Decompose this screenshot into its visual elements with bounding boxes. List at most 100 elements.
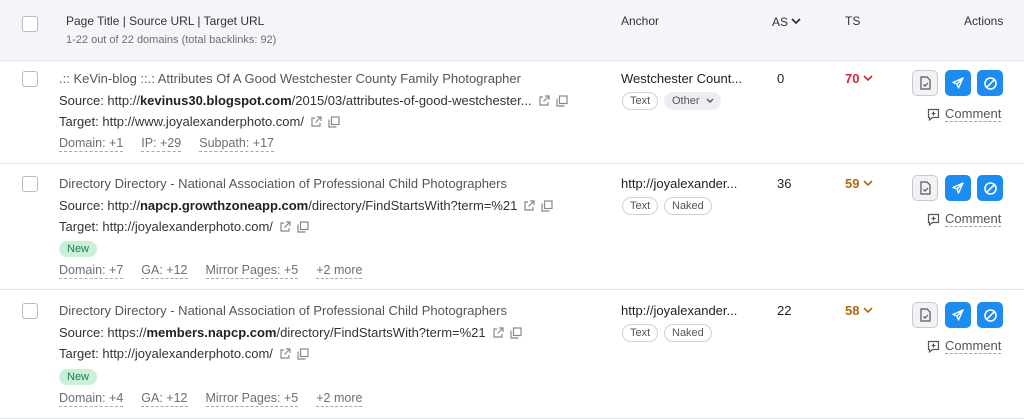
page-title-link[interactable]: Directory Directory - National Associati… bbox=[59, 303, 507, 318]
row-meta: Domain: +7 GA: +12 Mirror Pages: +5 +2 m… bbox=[59, 263, 363, 279]
source-path[interactable]: /directory/FindStartsWith?term=%21 bbox=[276, 325, 485, 340]
anchor-text: http://joyalexander... bbox=[621, 303, 738, 318]
document-check-icon bbox=[920, 76, 931, 90]
comment-add-icon bbox=[927, 213, 940, 226]
meta-domain[interactable]: Domain: +1 bbox=[59, 136, 124, 152]
source-path[interactable]: /2015/03/attributes-of-good-westchester.… bbox=[292, 93, 532, 108]
meta-subpath[interactable]: Subpath: +17 bbox=[199, 136, 274, 152]
as-score: 22 bbox=[777, 303, 792, 318]
target-text[interactable]: Target: http://joyalexanderphoto.com/ bbox=[59, 219, 273, 234]
copy-icon[interactable] bbox=[297, 220, 309, 233]
target-text[interactable]: Target: http://www.joyalexanderphoto.com… bbox=[59, 114, 304, 129]
source-url: Source: http://napcp.growthzoneapp.com/d… bbox=[59, 198, 553, 213]
copy-icon[interactable] bbox=[555, 94, 568, 107]
link-type-dropdown[interactable]: Other bbox=[664, 92, 721, 110]
external-link-icon[interactable] bbox=[310, 115, 322, 128]
comment-link[interactable]: Comment bbox=[927, 106, 1002, 122]
chevron-down-icon bbox=[706, 98, 714, 103]
table-row: .:: KeVin-blog ::.: Attributes Of A Good… bbox=[0, 61, 1024, 164]
target-url: Target: http://joyalexanderphoto.com/ bbox=[59, 219, 309, 234]
send-button[interactable] bbox=[945, 70, 971, 96]
block-icon bbox=[983, 308, 997, 322]
block-button[interactable] bbox=[977, 302, 1003, 328]
source-domain[interactable]: kevinus30.blogspot.com bbox=[140, 93, 292, 108]
comment-label: Comment bbox=[945, 338, 1002, 354]
comment-label: Comment bbox=[945, 106, 1002, 122]
block-button[interactable] bbox=[977, 70, 1003, 96]
meta-mirror-pages[interactable]: Mirror Pages: +5 bbox=[205, 263, 299, 279]
meta-mirror-pages[interactable]: Mirror Pages: +5 bbox=[205, 391, 299, 407]
meta-domain[interactable]: Domain: +4 bbox=[59, 391, 124, 407]
row-checkbox[interactable] bbox=[22, 303, 38, 319]
source-domain[interactable]: napcp.growthzoneapp.com bbox=[140, 198, 308, 213]
page-title-link[interactable]: Directory Directory - National Associati… bbox=[59, 176, 507, 191]
comment-link[interactable]: Comment bbox=[927, 211, 1002, 227]
target-url: Target: http://www.joyalexanderphoto.com… bbox=[59, 114, 340, 129]
send-button[interactable] bbox=[945, 302, 971, 328]
column-header-ts[interactable]: TS bbox=[845, 14, 860, 28]
column-header-actions: Actions bbox=[964, 14, 1004, 28]
send-icon bbox=[952, 309, 964, 321]
column-header-as[interactable]: AS bbox=[772, 14, 801, 29]
meta-more[interactable]: +2 more bbox=[316, 263, 363, 279]
block-icon bbox=[983, 181, 997, 195]
send-button[interactable] bbox=[945, 175, 971, 201]
ts-value: 70 bbox=[845, 71, 860, 86]
report-button[interactable] bbox=[912, 70, 938, 96]
comment-link[interactable]: Comment bbox=[927, 338, 1002, 354]
copy-icon[interactable] bbox=[510, 326, 522, 339]
comment-add-icon bbox=[927, 108, 940, 121]
external-link-icon[interactable] bbox=[279, 220, 291, 233]
copy-icon[interactable] bbox=[328, 115, 340, 128]
meta-ip[interactable]: IP: +29 bbox=[141, 136, 182, 152]
document-check-icon bbox=[920, 181, 931, 195]
row-meta: Domain: +4 GA: +12 Mirror Pages: +5 +2 m… bbox=[59, 391, 363, 407]
ts-score[interactable]: 58 bbox=[845, 303, 874, 318]
chevron-down-icon bbox=[863, 307, 874, 314]
link-type-tag: Naked bbox=[664, 324, 712, 342]
as-score: 0 bbox=[777, 71, 785, 86]
report-button[interactable] bbox=[912, 302, 938, 328]
table-header: Page Title | Source URL | Target URL 1-2… bbox=[0, 0, 1024, 61]
anchor-text: Westchester Count... bbox=[621, 71, 743, 86]
anchor-type-tag: Text bbox=[622, 92, 659, 110]
meta-ga[interactable]: GA: +12 bbox=[141, 391, 188, 407]
anchor-type-tag: Text bbox=[622, 197, 659, 215]
external-link-icon[interactable] bbox=[538, 94, 550, 107]
block-button[interactable] bbox=[977, 175, 1003, 201]
anchor-type-tag: Text bbox=[622, 324, 659, 342]
external-link-icon[interactable] bbox=[523, 199, 535, 212]
source-url: Source: http://kevinus30.blogspot.com/20… bbox=[59, 93, 568, 108]
table-row: Directory Directory - National Associati… bbox=[0, 164, 1024, 290]
meta-domain[interactable]: Domain: +7 bbox=[59, 263, 124, 279]
chevron-down-icon bbox=[863, 180, 874, 187]
row-checkbox[interactable] bbox=[22, 176, 38, 192]
source-path[interactable]: /directory/FindStartsWith?term=%21 bbox=[308, 198, 517, 213]
send-icon bbox=[952, 77, 964, 89]
copy-icon[interactable] bbox=[297, 347, 309, 360]
report-button[interactable] bbox=[912, 175, 938, 201]
row-checkbox[interactable] bbox=[22, 71, 38, 87]
select-all-checkbox[interactable] bbox=[22, 16, 38, 32]
comment-add-icon bbox=[927, 340, 940, 353]
meta-more[interactable]: +2 more bbox=[316, 391, 363, 407]
meta-ga[interactable]: GA: +12 bbox=[141, 263, 188, 279]
row-meta: Domain: +1 IP: +29 Subpath: +17 bbox=[59, 136, 274, 152]
source-prefix: Source: http:// bbox=[59, 93, 140, 108]
new-badge: New bbox=[59, 241, 98, 257]
source-prefix: Source: http:// bbox=[59, 198, 140, 213]
as-label: AS bbox=[772, 15, 789, 29]
page-title-link[interactable]: .:: KeVin-blog ::.: Attributes Of A Good… bbox=[59, 71, 521, 86]
external-link-icon[interactable] bbox=[492, 326, 504, 339]
target-text[interactable]: Target: http://joyalexanderphoto.com/ bbox=[59, 346, 273, 361]
link-type-label: Other bbox=[672, 95, 700, 107]
source-domain[interactable]: members.napcp.com bbox=[146, 325, 276, 340]
ts-score[interactable]: 59 bbox=[845, 176, 874, 191]
ts-score[interactable]: 70 bbox=[845, 71, 874, 86]
copy-icon[interactable] bbox=[541, 199, 553, 212]
as-score: 36 bbox=[777, 176, 792, 191]
external-link-icon[interactable] bbox=[279, 347, 291, 360]
send-icon bbox=[952, 182, 964, 194]
chevron-down-icon bbox=[863, 75, 874, 82]
comment-label: Comment bbox=[945, 211, 1002, 227]
